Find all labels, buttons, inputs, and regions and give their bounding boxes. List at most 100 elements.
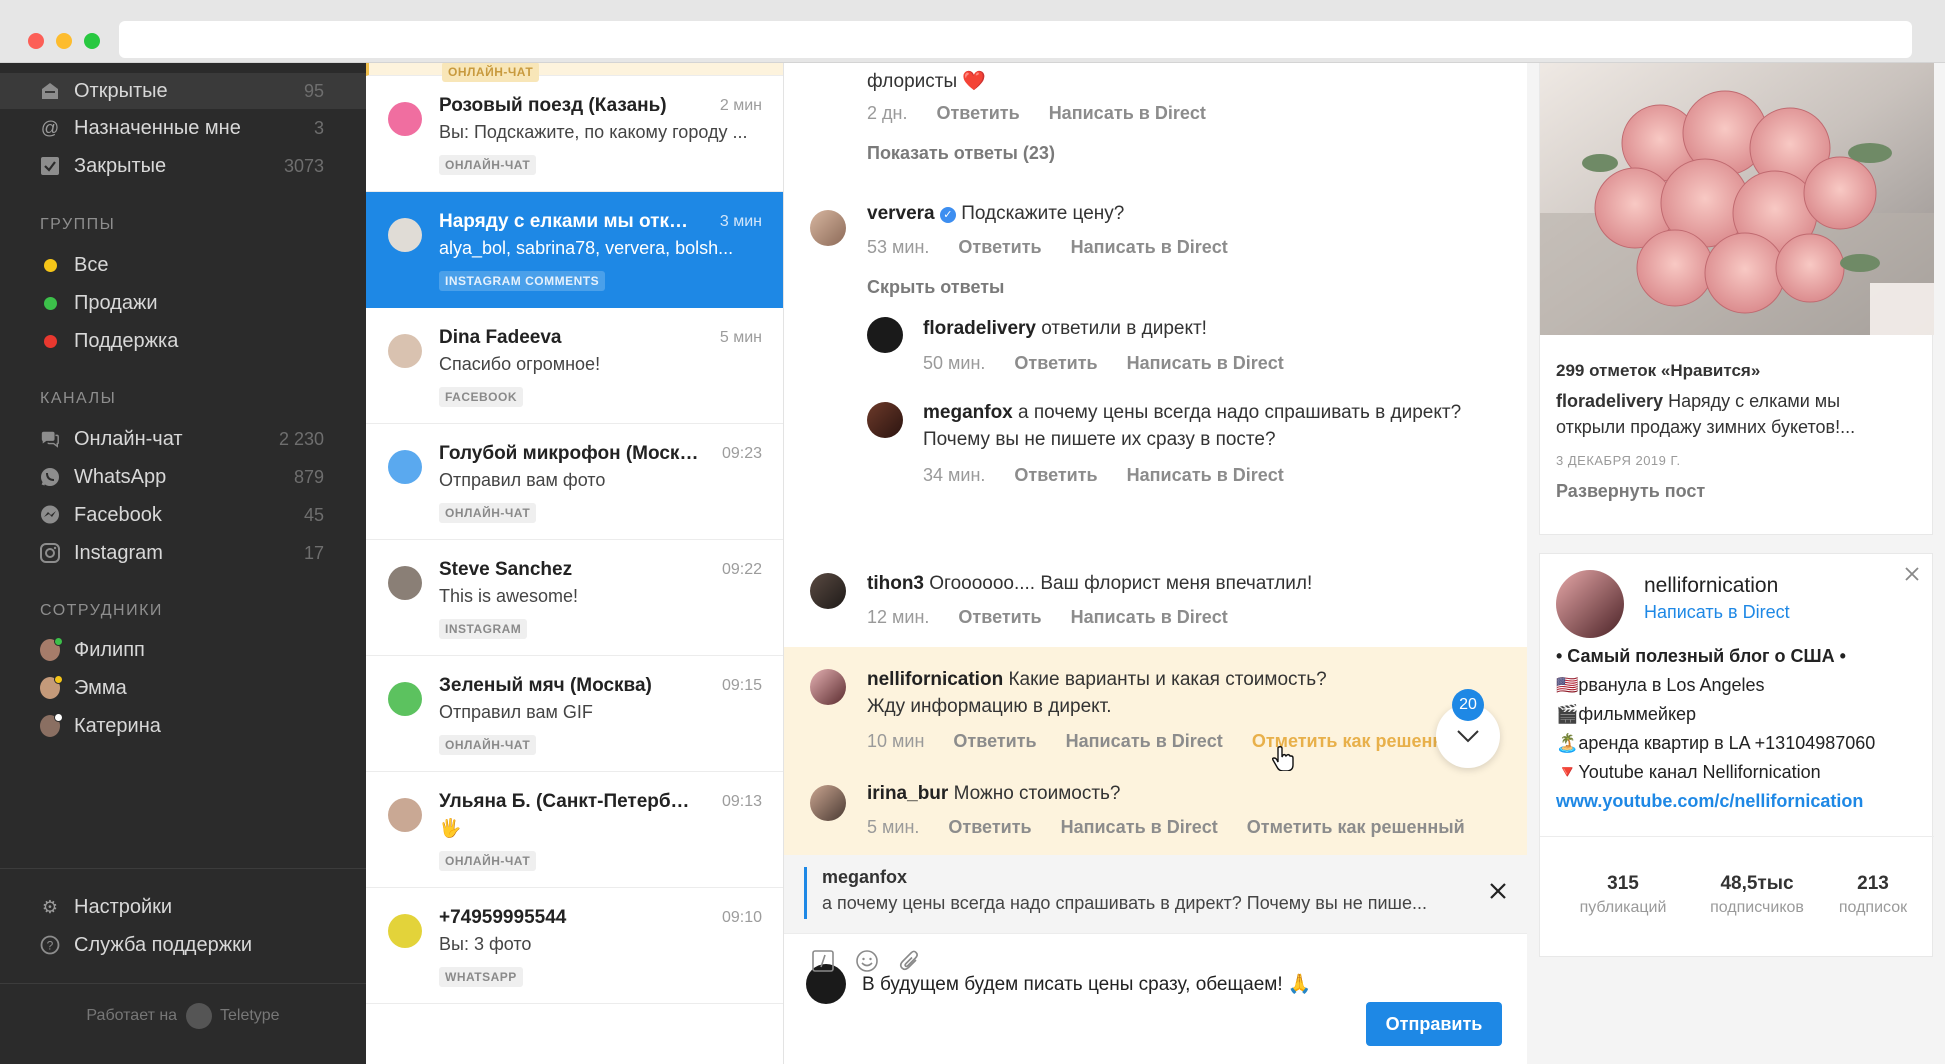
mark-resolved-link[interactable]: Отметить как решенный bbox=[1247, 817, 1465, 837]
sidebar-item-group-all[interactable]: Все bbox=[0, 247, 366, 283]
slash-command-icon[interactable] bbox=[810, 948, 836, 974]
conversation-item[interactable]: +74959995544 09:10 Вы: 3 фото WHATSAPP bbox=[366, 888, 783, 1004]
stat-value: 213 bbox=[1857, 873, 1889, 894]
settings-link[interactable]: ⚙ Настройки bbox=[0, 889, 366, 925]
maximize-window-button[interactable] bbox=[84, 33, 100, 49]
sidebar-item-label: Все bbox=[74, 253, 109, 276]
send-button[interactable]: Отправить bbox=[1366, 1002, 1502, 1046]
post-caption-text: Наряду с елками мы bbox=[1668, 391, 1841, 411]
sidebar-item-whatsapp[interactable]: WhatsApp 879 bbox=[0, 459, 366, 495]
sidebar-item-closed[interactable]: Закрытые 3073 bbox=[0, 148, 366, 184]
stat-value: 48,5тыс bbox=[1720, 873, 1794, 894]
direct-link[interactable]: Написать в Direct bbox=[1049, 103, 1206, 123]
comment-author[interactable]: tihon3 bbox=[867, 573, 924, 594]
sidebar-item-group-sales[interactable]: Продажи bbox=[0, 285, 366, 321]
direct-link[interactable]: Написать в Direct bbox=[1071, 607, 1228, 627]
minimize-window-button[interactable] bbox=[56, 33, 72, 49]
sidebar-item-open[interactable]: Открытые 95 bbox=[0, 73, 366, 109]
comment-author[interactable]: nellifornication bbox=[867, 669, 1003, 690]
reply-link[interactable]: Ответить bbox=[958, 607, 1041, 627]
sidebar-item-instagram[interactable]: Instagram 17 bbox=[0, 535, 366, 571]
reply-link[interactable]: Ответить bbox=[1014, 353, 1097, 373]
comment: tihon3 Огоооооо.... Ваш флорист меня впе… bbox=[784, 507, 1527, 627]
hide-replies-link[interactable]: Скрыть ответы bbox=[867, 277, 1004, 298]
conversation-item[interactable]: Ульяна Б. (Санкт-Петербург) 09:13 🖐 ОНЛАЙН-… bbox=[366, 772, 783, 888]
post-image[interactable] bbox=[1540, 63, 1934, 335]
sidebar-item-label: Катерина bbox=[74, 714, 161, 737]
comment-author[interactable]: irina_bur bbox=[867, 783, 948, 804]
direct-link[interactable]: Написать в Direct bbox=[1061, 817, 1218, 837]
staff-heading: СОТРУДНИКИ bbox=[40, 602, 163, 619]
comment-text: floradelivery ответили в директ! bbox=[923, 318, 1207, 340]
conversation-item[interactable]: Зеленый мяч (Москва) 09:15 Отправил вам GI… bbox=[366, 656, 783, 772]
direct-link[interactable]: Написать в Direct bbox=[1127, 465, 1284, 485]
stat-label: публикаций bbox=[1579, 899, 1667, 916]
channel-tag: WHATSAPP bbox=[439, 967, 523, 987]
stat-followers: 48,5тыс подписчиков bbox=[1697, 873, 1817, 917]
comment-author[interactable]: floradelivery bbox=[923, 318, 1036, 339]
reply-link[interactable]: Ответить bbox=[948, 817, 1031, 837]
group-dot-icon bbox=[40, 293, 60, 313]
comment-text: tihon3 Огоооооо.... Ваш флорист меня впе… bbox=[867, 573, 1312, 595]
stat-label: подписок bbox=[1838, 899, 1908, 916]
direct-link[interactable]: Написать в Direct bbox=[1644, 602, 1790, 623]
conversation-time: 09:23 bbox=[721, 445, 762, 462]
conversation-item[interactable]: ОНЛАЙН-ЧАТ bbox=[366, 63, 783, 82]
direct-link[interactable]: Написать в Direct bbox=[1071, 237, 1228, 257]
comment-unresolved: irina_bur Можно стоимость? 5 мин. Ответи… bbox=[784, 771, 1527, 859]
sidebar-item-staff-emma[interactable]: Эмма bbox=[0, 670, 366, 706]
avatar bbox=[388, 334, 422, 368]
attachment-icon[interactable] bbox=[897, 948, 923, 974]
conversation-item[interactable]: Dina Fadeeva 5 мин Спасибо огромное! FACEBO… bbox=[366, 308, 783, 424]
comment-time: 12 мин. bbox=[867, 607, 930, 627]
show-replies-link[interactable]: Показать ответы (23) bbox=[867, 143, 1055, 164]
post-author[interactable]: floradelivery bbox=[1556, 391, 1663, 411]
close-window-button[interactable] bbox=[28, 33, 44, 49]
profile-bio-line: • Самый полезный блог о США • bbox=[1556, 646, 1846, 666]
comment-author[interactable]: ververa bbox=[867, 203, 935, 224]
direct-link[interactable]: Написать в Direct bbox=[1127, 353, 1284, 373]
composer-input[interactable]: В будущем будем писать цены сразу, обеща… bbox=[862, 972, 1312, 996]
reply-link[interactable]: Ответить bbox=[953, 731, 1036, 751]
support-link[interactable]: ? Служба поддержки bbox=[0, 927, 366, 963]
reply-preview: meganfox а почему цены всегда надо спраш… bbox=[784, 855, 1527, 933]
avatar[interactable] bbox=[810, 210, 846, 246]
conversation-time: 09:22 bbox=[721, 561, 762, 578]
avatar[interactable] bbox=[867, 317, 903, 353]
conversation-preview: Отправил вам GIF bbox=[439, 702, 593, 722]
sidebar-item-assigned[interactable]: @ Назначенные мне 3 bbox=[0, 110, 366, 146]
reply-link[interactable]: Ответить bbox=[1014, 465, 1097, 485]
reply-link[interactable]: Ответить bbox=[936, 103, 1019, 123]
avatar[interactable] bbox=[1556, 570, 1624, 638]
emoji-icon[interactable] bbox=[854, 948, 880, 974]
sidebar-item-facebook[interactable]: Facebook 45 bbox=[0, 497, 366, 533]
profile-name[interactable]: nellifornication bbox=[1644, 574, 1778, 598]
powered-by-brand[interactable]: Teletype bbox=[220, 1007, 280, 1024]
conversation-preview: 🖐 bbox=[439, 818, 462, 838]
sidebar-item-label: Эмма bbox=[74, 676, 127, 699]
avatar[interactable] bbox=[810, 785, 846, 821]
sidebar-item-staff-katerina[interactable]: Катерина bbox=[0, 708, 366, 744]
avatar[interactable] bbox=[867, 402, 903, 438]
profile-link[interactable]: www.youtube.com/c/nellifornication bbox=[1556, 791, 1863, 812]
conversation-item[interactable]: Наряду с елками мы откры... 3 мин alya_bol… bbox=[366, 192, 783, 308]
reply-text: а почему цены всегда надо спрашивать в д… bbox=[822, 893, 1428, 913]
avatar[interactable] bbox=[810, 573, 846, 609]
expand-post-link[interactable]: Развернуть пост bbox=[1556, 481, 1705, 502]
direct-link[interactable]: Написать в Direct bbox=[1066, 731, 1223, 751]
reply-link[interactable]: Ответить bbox=[958, 237, 1041, 257]
sidebar-item-label: Назначенные мне bbox=[74, 116, 241, 139]
comment-text: meganfox а почему цены всегда надо спраш… bbox=[923, 402, 1461, 424]
sidebar-item-group-support[interactable]: Поддержка bbox=[0, 323, 366, 359]
close-icon[interactable] bbox=[1488, 881, 1510, 903]
avatar[interactable] bbox=[810, 669, 846, 705]
conversation-item[interactable]: Голубой микрофон (Москва) 09:23 Отправил в… bbox=[366, 424, 783, 540]
conversation-item[interactable]: Steve Sanchez 09:22 This is awesome! INSTAG… bbox=[366, 540, 783, 656]
comment-author[interactable]: meganfox bbox=[923, 402, 1013, 423]
conversation-time: 09:13 bbox=[721, 793, 762, 810]
sidebar-item-online-chat[interactable]: Онлайн-чат 2 230 bbox=[0, 421, 366, 457]
conversation-item[interactable]: Розовый поезд (Казань) 2 мин Вы: Подскажит… bbox=[366, 76, 783, 192]
sidebar-item-staff-filipp[interactable]: Филипп bbox=[0, 632, 366, 668]
close-icon[interactable] bbox=[1904, 566, 1922, 584]
address-bar[interactable] bbox=[119, 21, 1912, 58]
